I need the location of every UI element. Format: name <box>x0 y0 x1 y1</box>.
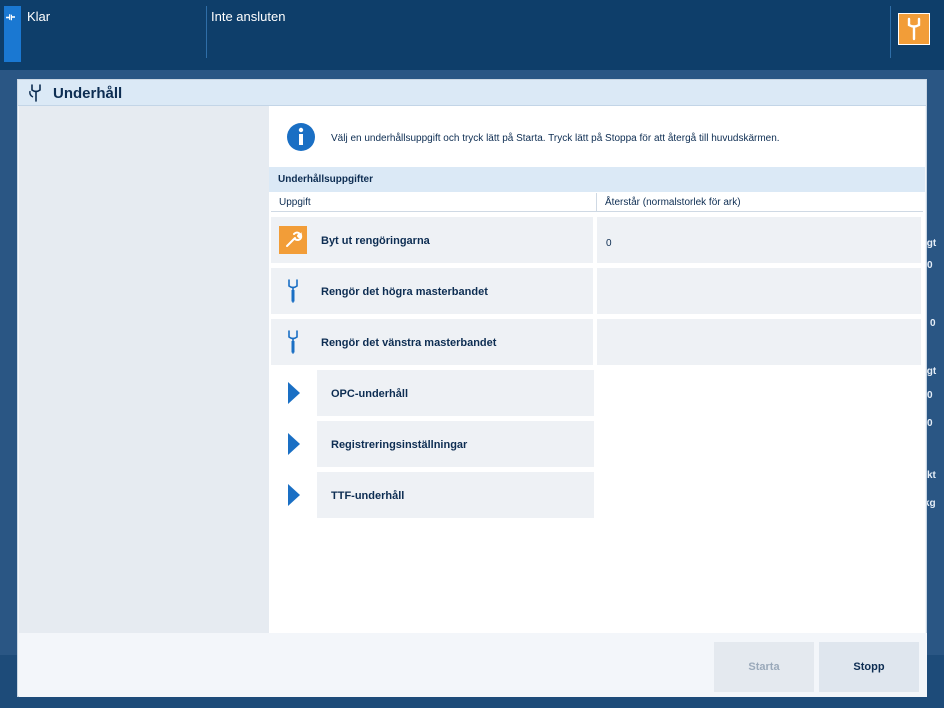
task-row[interactable]: Rengör det högra masterbandet <box>271 268 921 314</box>
divider <box>890 6 891 58</box>
task-remaining <box>597 319 921 365</box>
task-label: Rengör det vänstra masterbandet <box>321 337 497 349</box>
maintenance-button[interactable] <box>898 13 930 45</box>
dialog-header: Underhåll <box>18 80 926 106</box>
column-header-task: Uppgift <box>271 193 597 212</box>
background-value: 0 <box>930 318 936 329</box>
dialog-footer: Starta Stopp <box>19 633 927 697</box>
status-icon: ⟛ <box>6 12 16 23</box>
left-pane <box>19 106 269 633</box>
main-pane: Välj en underhållsuppgift och tryck lätt… <box>269 106 925 633</box>
nav-item-opc[interactable]: OPC-underhåll <box>271 370 597 416</box>
nav-label: TTF-underhåll <box>331 490 405 502</box>
wrench-icon <box>279 226 307 254</box>
task-row[interactable]: Byt ut rengöringarna 0 <box>271 217 921 263</box>
chevron-right-icon <box>288 433 300 455</box>
status-indicator[interactable]: ⟛ <box>4 6 21 62</box>
top-status-bar: ⟛ Klar Inte ansluten <box>0 0 944 70</box>
nav-cell[interactable]: Registreringsinställningar <box>317 421 594 467</box>
column-headers: Uppgift Återstår (normalstorlek för ark) <box>269 193 925 212</box>
background-value: 0 <box>927 418 933 429</box>
section-header: Underhållsuppgifter <box>269 167 925 192</box>
task-label: Byt ut rengöringarna <box>321 235 430 247</box>
nav-item-registration[interactable]: Registreringsinställningar <box>271 421 597 467</box>
start-button[interactable]: Starta <box>714 642 814 692</box>
printer-status: Klar <box>27 9 51 24</box>
chevron-right-icon <box>288 484 300 506</box>
task-remaining: 0 <box>597 217 921 263</box>
task-row[interactable]: Rengör det vänstra masterbandet <box>271 319 921 365</box>
background-value: kt <box>927 470 936 481</box>
background-value: 0 <box>927 390 933 401</box>
wrench-icon <box>907 17 921 41</box>
task-remaining <box>597 268 921 314</box>
maintenance-dialog: Underhåll Välj en underhållsuppgift och … <box>17 79 927 697</box>
chevron-right-icon <box>288 382 300 404</box>
section-title: Underhållsuppgifter <box>278 174 374 185</box>
task-cell[interactable]: Byt ut rengöringarna <box>271 217 593 263</box>
hand-tool-icon <box>279 277 307 305</box>
nav-cell[interactable]: TTF-underhåll <box>317 472 594 518</box>
connection-status: Inte ansluten <box>211 9 286 24</box>
task-cell[interactable]: Rengör det högra masterbandet <box>271 268 593 314</box>
maintenance-hand-icon <box>29 84 41 102</box>
dialog-title: Underhåll <box>53 85 123 102</box>
column-header-remaining: Återstår (normalstorlek för ark) <box>597 193 923 212</box>
info-icon <box>287 123 315 151</box>
task-cell[interactable]: Rengör det vänstra masterbandet <box>271 319 593 365</box>
task-label: Rengör det högra masterbandet <box>321 286 488 298</box>
nav-cell[interactable]: OPC-underhåll <box>317 370 594 416</box>
nav-label: OPC-underhåll <box>331 388 409 400</box>
info-message: Välj en underhållsuppgift och tryck lätt… <box>331 133 780 144</box>
background-value: 0 <box>927 260 933 271</box>
nav-item-ttf[interactable]: TTF-underhåll <box>271 472 597 518</box>
stop-button[interactable]: Stopp <box>819 642 919 692</box>
hand-tool-icon <box>279 328 307 356</box>
divider <box>206 6 207 58</box>
nav-label: Registreringsinställningar <box>331 439 468 451</box>
